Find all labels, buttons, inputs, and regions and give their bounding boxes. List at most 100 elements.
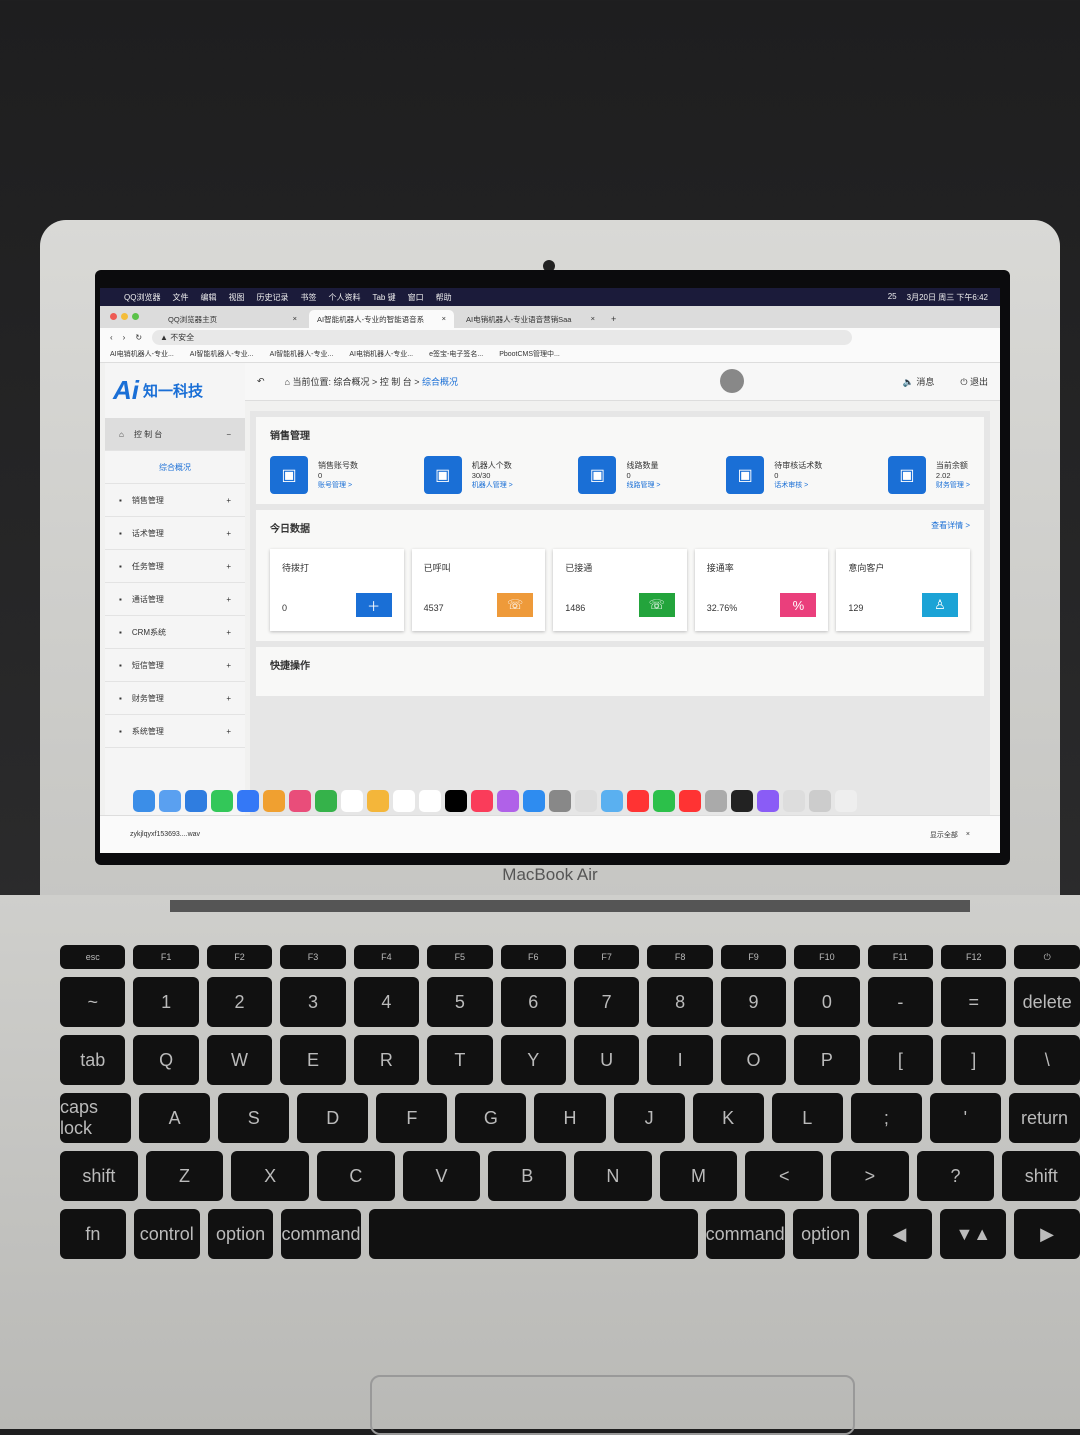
sidebar-item-dashboard[interactable]: ⌂ 控 制 台 −: [105, 418, 245, 451]
menu-item[interactable]: 窗口: [408, 292, 424, 303]
dock-app-icon[interactable]: [705, 790, 727, 812]
key[interactable]: shift: [1002, 1151, 1080, 1201]
key[interactable]: Q: [133, 1035, 199, 1085]
bookmark[interactable]: e签宝-电子签名...: [429, 349, 483, 359]
breadcrumb-path[interactable]: 综合概况 > 控 制 台 >: [334, 377, 420, 387]
key[interactable]: U: [573, 1035, 640, 1085]
key[interactable]: N: [574, 1151, 652, 1201]
close-window-button[interactable]: [110, 313, 117, 320]
key[interactable]: fn: [60, 1209, 126, 1259]
sidebar-item[interactable]: ▪ 财务管理 +: [105, 682, 245, 715]
key[interactable]: H: [534, 1093, 606, 1143]
key[interactable]: ~: [60, 977, 126, 1027]
key[interactable]: 8: [647, 977, 713, 1027]
key[interactable]: ▶: [1014, 1209, 1080, 1259]
forward-icon[interactable]: ›: [123, 333, 126, 342]
key[interactable]: F6: [500, 945, 566, 969]
sidebar-item[interactable]: ▪ 任务管理 +: [105, 550, 245, 583]
key[interactable]: M: [659, 1151, 738, 1201]
key[interactable]: F: [376, 1093, 448, 1143]
menu-item[interactable]: Tab 键: [372, 292, 395, 303]
key[interactable]: P: [794, 1035, 860, 1085]
key[interactable]: option: [207, 1209, 274, 1259]
key[interactable]: control: [133, 1209, 200, 1259]
refresh-icon[interactable]: ↶: [257, 376, 265, 387]
key[interactable]: 9: [720, 977, 787, 1027]
key[interactable]: E: [280, 1035, 346, 1085]
key[interactable]: -: [867, 977, 934, 1027]
key[interactable]: D: [297, 1093, 369, 1143]
url-field[interactable]: ▲ 不安全: [152, 329, 853, 345]
dock-app-icon[interactable]: [549, 790, 571, 812]
key[interactable]: 3: [280, 977, 346, 1027]
dock-app-icon[interactable]: [445, 790, 467, 812]
menu-item[interactable]: 文件: [172, 292, 188, 303]
dock-app-icon[interactable]: [757, 790, 779, 812]
dock-app-icon[interactable]: [575, 790, 597, 812]
key[interactable]: [: [867, 1035, 934, 1085]
sidebar-item[interactable]: ▪ 销售管理 +: [105, 484, 245, 517]
dock-app-icon[interactable]: [393, 790, 415, 812]
dock-app-icon[interactable]: [315, 790, 337, 812]
sidebar-item-overview[interactable]: 综合概况: [105, 451, 245, 484]
key[interactable]: 1: [133, 977, 199, 1027]
key[interactable]: F9: [720, 945, 787, 969]
menu-item[interactable]: 帮助: [436, 292, 452, 303]
key[interactable]: A: [139, 1093, 211, 1143]
key[interactable]: J: [613, 1093, 685, 1143]
dock-app-icon[interactable]: [341, 790, 363, 812]
key[interactable]: Z: [145, 1151, 224, 1201]
key[interactable]: X: [231, 1151, 310, 1201]
key[interactable]: ': [929, 1093, 1001, 1143]
sidebar-item[interactable]: ▪ CRM系统 +: [105, 616, 245, 649]
dock-app-icon[interactable]: [809, 790, 831, 812]
key[interactable]: C: [317, 1151, 395, 1201]
reload-icon[interactable]: ↻: [135, 333, 142, 342]
user-avatar[interactable]: [720, 369, 744, 393]
breadcrumb-current[interactable]: 综合概况: [422, 377, 458, 387]
key[interactable]: ?: [916, 1151, 995, 1201]
key[interactable]: 5: [427, 977, 493, 1027]
key[interactable]: 0: [794, 977, 860, 1027]
close-icon[interactable]: ×: [293, 314, 297, 324]
menu-item[interactable]: 个人资料: [328, 292, 360, 303]
logout-button[interactable]: ⏻ 退出: [960, 375, 988, 388]
key[interactable]: F11: [867, 945, 934, 969]
dock-app-icon[interactable]: [653, 790, 675, 812]
key[interactable]: esc: [60, 945, 126, 969]
sidebar-item[interactable]: ▪ 系统管理 +: [105, 715, 245, 748]
dock-app-icon[interactable]: [523, 790, 545, 812]
dock-app-icon[interactable]: [263, 790, 285, 812]
key[interactable]: F2: [206, 945, 273, 969]
key[interactable]: =: [941, 977, 1007, 1027]
key[interactable]: ⏻: [1014, 945, 1080, 969]
dock-app-icon[interactable]: [159, 790, 181, 812]
stat-link[interactable]: 机器人管理 >: [472, 480, 513, 490]
key[interactable]: O: [720, 1035, 787, 1085]
sidebar-item[interactable]: ▪ 通话管理 +: [105, 583, 245, 616]
key[interactable]: \: [1014, 1035, 1080, 1085]
key[interactable]: G: [455, 1093, 527, 1143]
bookmark[interactable]: AI电销机器人-专业...: [110, 349, 174, 359]
key[interactable]: S: [218, 1093, 290, 1143]
key[interactable]: command: [705, 1209, 785, 1259]
menu-item[interactable]: QQ浏览器: [124, 292, 160, 303]
key[interactable]: R: [353, 1035, 420, 1085]
tab[interactable]: QQ浏览器主页 ×: [160, 310, 305, 328]
dock-app-icon[interactable]: [133, 790, 155, 812]
close-icon[interactable]: ×: [966, 831, 970, 838]
key[interactable]: ◀: [866, 1209, 933, 1259]
bookmark[interactable]: PbootCMS管理中...: [499, 349, 560, 359]
dock-app-icon[interactable]: [211, 790, 233, 812]
stat-link[interactable]: 话术审核 >: [774, 480, 822, 490]
dock-app-icon[interactable]: [289, 790, 311, 812]
dock-app-icon[interactable]: [471, 790, 493, 812]
key[interactable]: K: [692, 1093, 764, 1143]
key[interactable]: shift: [60, 1151, 138, 1201]
key[interactable]: tab: [60, 1035, 126, 1085]
minimize-button[interactable]: [121, 313, 128, 320]
dock-app-icon[interactable]: [367, 790, 389, 812]
dock-app-icon[interactable]: [601, 790, 623, 812]
key[interactable]: delete: [1014, 977, 1080, 1027]
dock-app-icon[interactable]: [783, 790, 805, 812]
